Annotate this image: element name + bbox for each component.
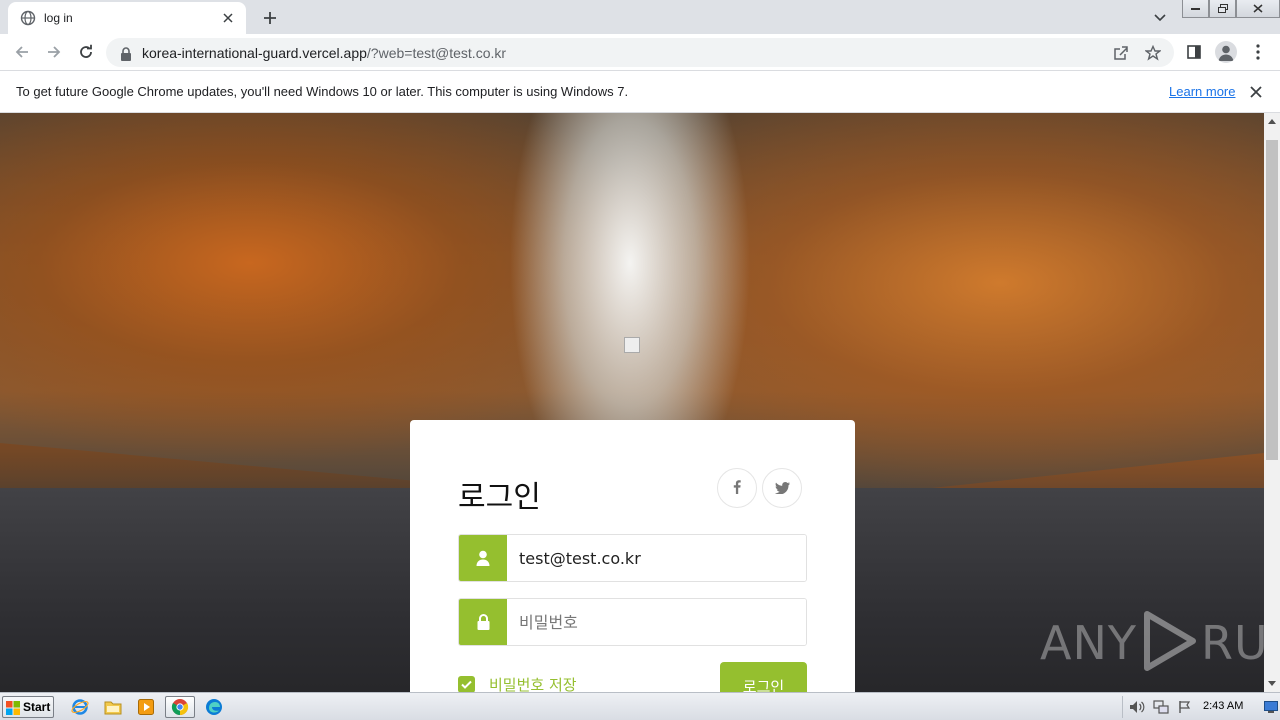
page-background: ANY RUN 로그인: [0, 113, 1264, 692]
login-button[interactable]: 로그인: [720, 662, 807, 692]
bookmark-star-icon[interactable]: [1144, 44, 1162, 62]
password-field: [458, 598, 807, 646]
windows-logo-icon: [6, 700, 20, 715]
show-desktop-icon[interactable]: [1263, 699, 1279, 715]
address-bar[interactable]: korea-international-guard.vercel.app/?we…: [106, 38, 1174, 67]
scroll-down-icon[interactable]: [1264, 675, 1280, 692]
user-icon: [459, 535, 507, 581]
start-label: Start: [23, 700, 51, 714]
broken-image-icon: [624, 337, 640, 353]
network-icon[interactable]: [1153, 699, 1169, 715]
tab-title: log in: [44, 11, 73, 25]
login-title: 로그인: [458, 480, 541, 515]
twitter-icon: [774, 479, 790, 498]
windows-taskbar: Start 2:43 AM: [0, 692, 1280, 720]
system-tray: 2:43 AM: [1122, 696, 1278, 718]
chrome-icon[interactable]: [165, 696, 195, 718]
minimize-icon[interactable]: [1182, 0, 1209, 18]
share-icon[interactable]: [1112, 44, 1130, 62]
remember-password-label: 비밀번호 저장: [489, 676, 577, 692]
learn-more-link[interactable]: Learn more: [1169, 84, 1235, 99]
window-controls: [1182, 0, 1280, 20]
reload-icon[interactable]: [74, 40, 98, 64]
restore-icon[interactable]: [1209, 0, 1236, 18]
action-center-flag-icon[interactable]: [1177, 699, 1193, 715]
url-host: korea-international-guard.vercel.app: [142, 44, 367, 61]
browser-tab[interactable]: log in: [8, 2, 246, 34]
email-input[interactable]: [507, 535, 806, 581]
infobar-close-icon[interactable]: [1247, 83, 1265, 101]
side-panel-icon[interactable]: [1182, 40, 1206, 64]
anyrun-watermark: ANY RUN: [1040, 608, 1264, 678]
forward-icon[interactable]: [42, 40, 66, 64]
vertical-scrollbar[interactable]: [1264, 113, 1280, 692]
browser-toolbar: korea-international-guard.vercel.app/?we…: [0, 34, 1280, 71]
remember-password-checkbox[interactable]: 비밀번호 저장: [458, 674, 577, 692]
infobar-message: To get future Google Chrome updates, you…: [16, 84, 629, 99]
tab-close-icon[interactable]: [220, 10, 236, 26]
scrollbar-thumb[interactable]: [1266, 140, 1278, 460]
globe-icon: [20, 10, 36, 26]
media-player-icon[interactable]: [132, 696, 160, 718]
start-button[interactable]: Start: [2, 696, 54, 718]
facebook-icon: [733, 479, 741, 498]
watermark-right: RUN: [1200, 616, 1264, 670]
facebook-button[interactable]: [717, 468, 757, 508]
back-icon[interactable]: [10, 40, 34, 64]
scroll-up-icon[interactable]: [1264, 113, 1280, 130]
url-path: /?web=test@test.co.kr: [366, 44, 507, 61]
taskbar-clock: 2:43 AM: [1203, 700, 1244, 712]
profile-avatar-icon[interactable]: [1214, 40, 1238, 64]
play-logo-icon: [1141, 610, 1197, 676]
lock-field-icon: [459, 599, 507, 645]
checkbox-checked-icon[interactable]: [458, 676, 475, 692]
twitter-button[interactable]: [762, 468, 802, 508]
email-field: [458, 534, 807, 582]
chevron-down-icon[interactable]: [1150, 8, 1170, 28]
password-input[interactable]: [507, 599, 806, 645]
watermark-left: ANY: [1040, 616, 1137, 670]
kebab-menu-icon[interactable]: [1246, 40, 1270, 64]
new-tab-icon[interactable]: [258, 6, 282, 30]
tab-strip: log in: [0, 0, 1280, 34]
edge-icon[interactable]: [200, 696, 228, 718]
login-card: 로그인 비밀번호 저장: [410, 420, 855, 692]
window-close-icon[interactable]: [1236, 0, 1280, 18]
lock-icon[interactable]: [120, 46, 134, 61]
volume-icon[interactable]: [1129, 699, 1145, 715]
internet-explorer-icon[interactable]: [66, 696, 94, 718]
url-text: korea-international-guard.vercel.app/?we…: [142, 45, 506, 61]
file-explorer-icon[interactable]: [99, 696, 127, 718]
update-infobar: To get future Google Chrome updates, you…: [0, 71, 1280, 113]
